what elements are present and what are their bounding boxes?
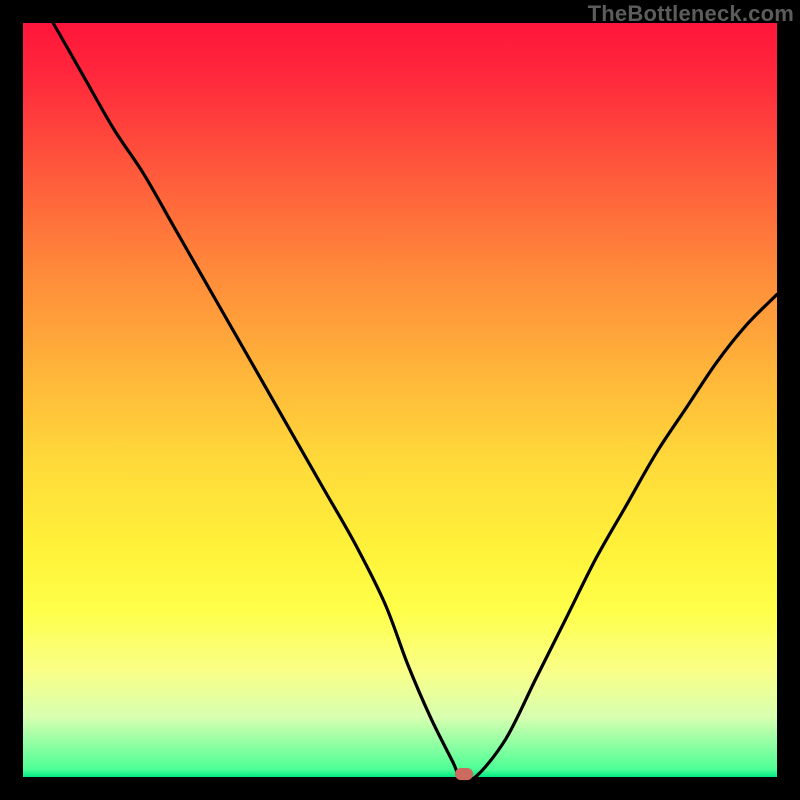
chart-frame: TheBottleneck.com [0,0,800,800]
minimum-marker [455,768,473,780]
plot-area [23,23,777,777]
bottleneck-curve [23,23,777,777]
